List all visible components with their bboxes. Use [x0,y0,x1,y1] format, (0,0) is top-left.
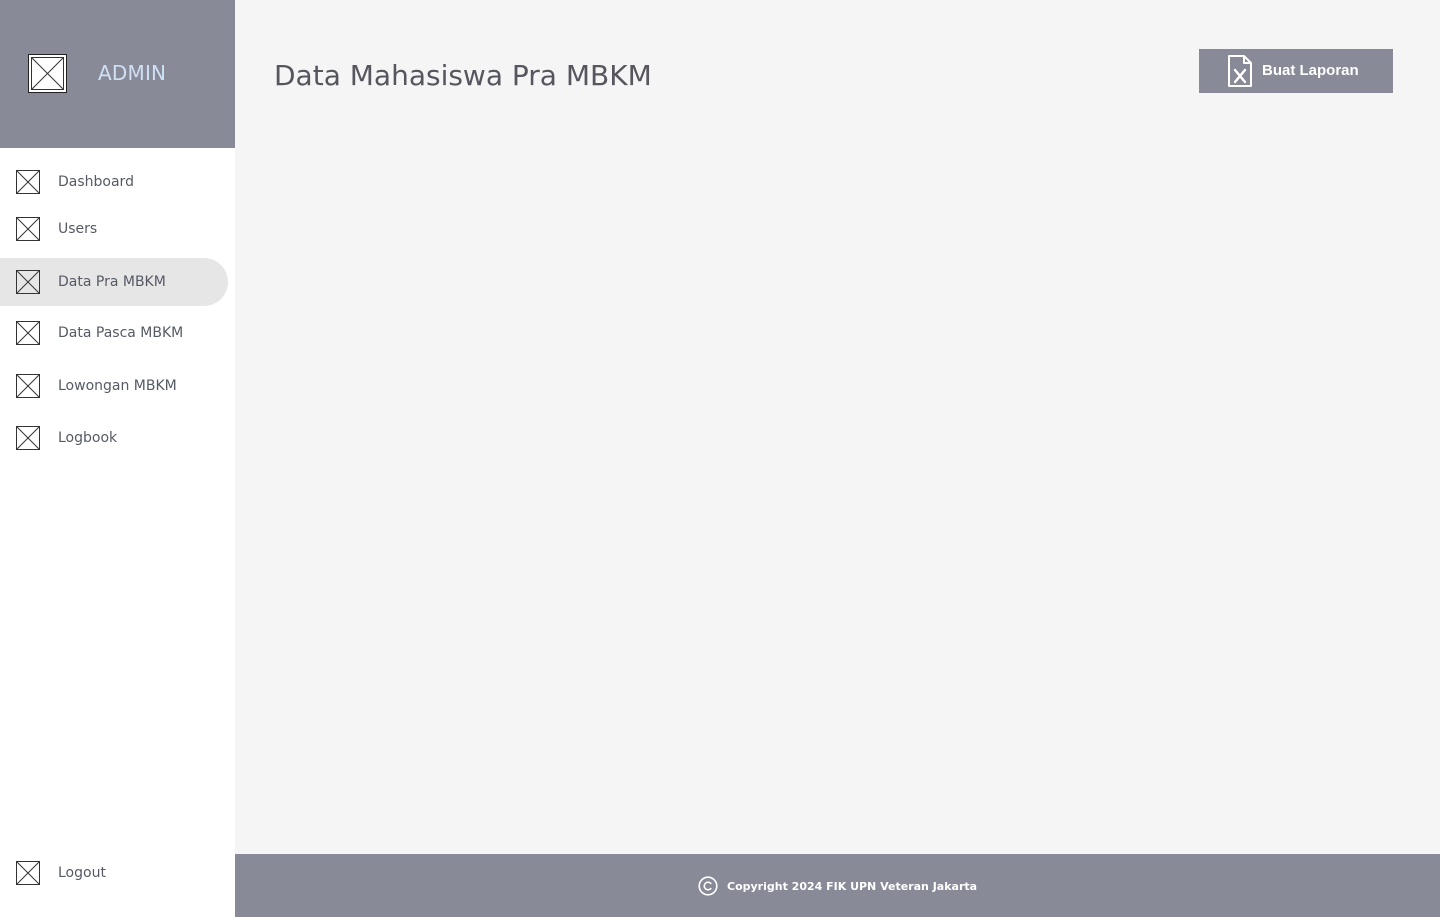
sidebar-item-users[interactable]: Users [0,205,228,253]
sidebar-item-dashboard[interactable]: Dashboard [0,158,228,206]
image-placeholder-icon [16,217,40,241]
logout-button[interactable]: Logout [0,849,228,897]
image-placeholder-icon [16,374,40,398]
sidebar-item-label: Lowongan MBKM [58,378,177,394]
sidebar-item-label: Logbook [58,430,118,446]
excel-file-icon [1227,54,1253,88]
sidebar-item-logbook[interactable]: Logbook [0,414,228,462]
brand-title: ADMIN [98,61,167,85]
logout-label: Logout [58,865,106,881]
sidebar-item-data-pasca-mbkm[interactable]: Data Pasca MBKM [0,309,228,357]
page-title: Data Mahasiswa Pra MBKM [274,59,652,92]
sidebar-item-lowongan-mbkm[interactable]: Lowongan MBKM [0,362,228,410]
create-report-label: Buat Laporan [1262,62,1359,79]
create-report-button[interactable]: Buat Laporan [1199,49,1393,93]
sidebar-item-label: Data Pasca MBKM [58,325,184,341]
image-placeholder-icon [16,426,40,450]
footer-text: Copyright 2024 FIK UPN Veteran Jakarta [727,879,978,893]
sidebar-item-label: Users [58,221,98,237]
sidebar-header: ADMIN [0,0,235,148]
footer-copyright: Copyright 2024 FIK UPN Veteran Jakarta [698,876,977,896]
copyright-icon [698,876,718,896]
image-placeholder-icon [28,54,67,93]
image-placeholder-icon [16,270,40,294]
sidebar-item-label: Dashboard [58,174,134,190]
sidebar-item-label: Data Pra MBKM [58,274,166,290]
sidebar: ADMIN Dashboard Users Data Pra MBKM Data… [0,0,235,917]
image-placeholder-icon [16,321,40,345]
image-placeholder-icon [16,170,40,194]
sidebar-item-data-pra-mbkm[interactable]: Data Pra MBKM [0,258,228,306]
footer: Copyright 2024 FIK UPN Veteran Jakarta [235,854,1440,917]
image-placeholder-icon [16,861,40,885]
